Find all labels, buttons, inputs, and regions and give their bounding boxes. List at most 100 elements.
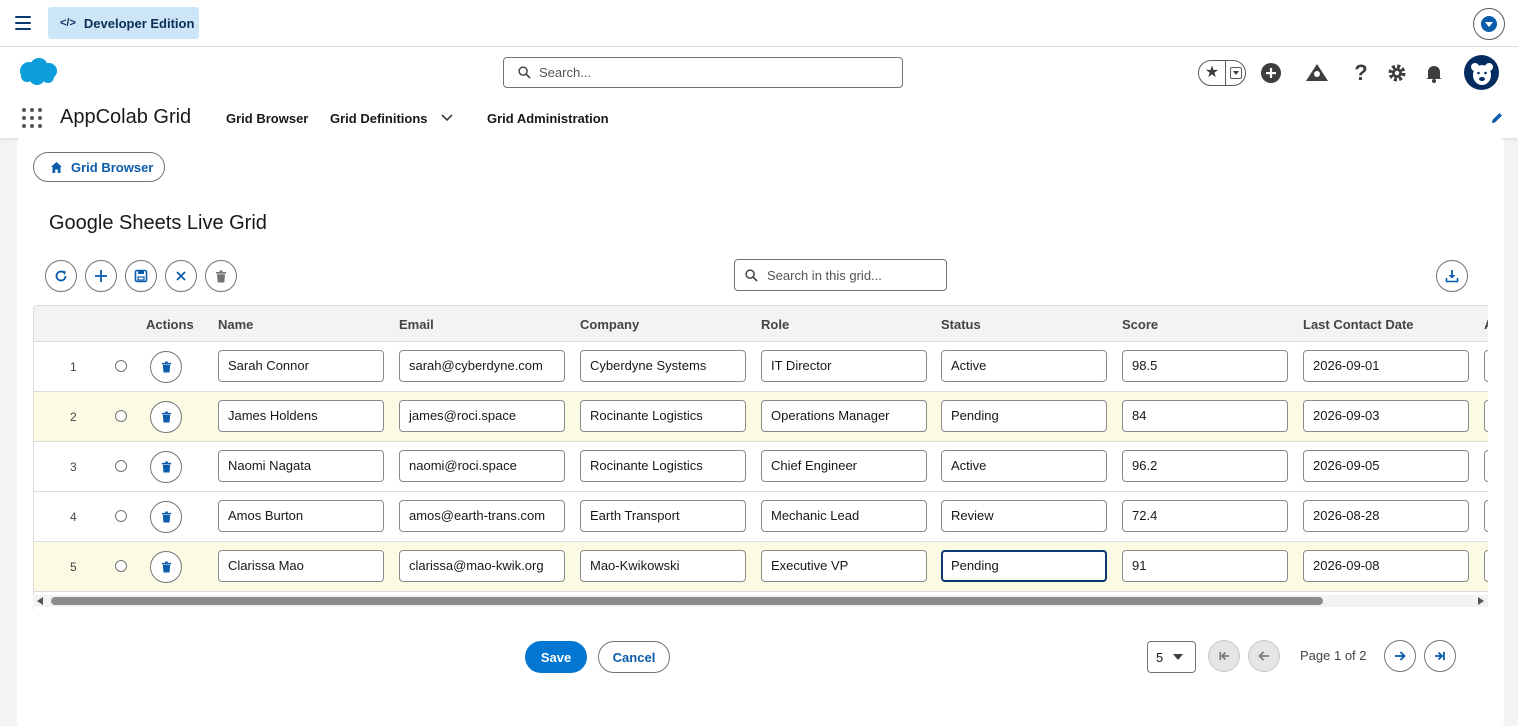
column-header-email[interactable]: Email	[399, 317, 434, 332]
horizontal-scrollbar[interactable]	[33, 595, 1488, 607]
previous-page-button[interactable]	[1248, 640, 1280, 672]
role-cell[interactable]: Chief Engineer	[761, 450, 927, 482]
status-cell[interactable]: Pending	[941, 400, 1107, 432]
company-cell[interactable]: Rocinante Logistics	[580, 450, 746, 482]
first-page-button[interactable]	[1208, 640, 1240, 672]
company-cell[interactable]: Mao-Kwikowski	[580, 550, 746, 582]
company-cell[interactable]: Rocinante Logistics	[580, 400, 746, 432]
row-select-radio[interactable]	[115, 360, 127, 372]
column-header-name[interactable]: Name	[218, 317, 253, 332]
favorites-dropdown-icon[interactable]	[1226, 67, 1245, 79]
email-cell[interactable]: clarissa@mao-kwik.org	[399, 550, 565, 582]
delete-row-button[interactable]	[150, 401, 182, 433]
truncated-cell[interactable]	[1484, 400, 1488, 432]
status-cell[interactable]: Review	[941, 500, 1107, 532]
column-header-last-contact-date[interactable]: Last Contact Date	[1303, 317, 1414, 332]
last-contact-date-cell[interactable]: 2026-09-01	[1303, 350, 1469, 382]
last-contact-date-cell[interactable]: 2026-08-28	[1303, 500, 1469, 532]
scroll-left-arrow[interactable]	[37, 597, 43, 605]
help-icon[interactable]: ?	[1349, 60, 1373, 85]
column-header-score[interactable]: Score	[1122, 317, 1158, 332]
save-grid-button[interactable]	[125, 260, 157, 292]
refresh-button[interactable]	[45, 260, 77, 292]
column-header-company[interactable]: Company	[580, 317, 639, 332]
status-cell[interactable]: Active	[941, 350, 1107, 382]
scrollbar-thumb[interactable]	[51, 597, 1323, 605]
breadcrumb[interactable]: Grid Browser	[33, 152, 165, 182]
delete-rows-button[interactable]	[205, 260, 237, 292]
add-row-button[interactable]	[85, 260, 117, 292]
download-button[interactable]	[1436, 260, 1468, 292]
menu-icon[interactable]	[15, 16, 31, 30]
nav-item-grid-administration[interactable]: Grid Administration	[487, 111, 609, 126]
status-cell[interactable]: Active	[941, 450, 1107, 482]
status-cell[interactable]: Pending	[941, 550, 1107, 582]
cancel-button[interactable]: Cancel	[598, 641, 670, 673]
delete-row-button[interactable]	[150, 501, 182, 533]
last-page-icon	[1435, 651, 1445, 661]
delete-row-button[interactable]	[150, 451, 182, 483]
score-cell[interactable]: 98.5	[1122, 350, 1288, 382]
nav-item-grid-browser[interactable]: Grid Browser	[226, 111, 308, 126]
chevron-down-icon[interactable]	[1473, 8, 1505, 40]
grid-search-input[interactable]: Search in this grid...	[734, 259, 947, 291]
email-cell[interactable]: sarah@cyberdyne.com	[399, 350, 565, 382]
chevron-down-icon[interactable]	[440, 113, 454, 123]
salesforce-logo[interactable]	[17, 57, 59, 87]
edit-icon[interactable]	[1490, 111, 1504, 125]
column-header-role[interactable]: Role	[761, 317, 789, 332]
last-contact-date-cell[interactable]: 2026-09-05	[1303, 450, 1469, 482]
row-select-radio[interactable]	[115, 460, 127, 472]
truncated-cell[interactable]	[1484, 450, 1488, 482]
row-select-radio[interactable]	[115, 560, 127, 572]
name-cell[interactable]: Naomi Nagata	[218, 450, 384, 482]
score-cell[interactable]: 84	[1122, 400, 1288, 432]
role-cell[interactable]: Operations Manager	[761, 400, 927, 432]
gear-icon[interactable]	[1385, 61, 1409, 85]
global-search-placeholder: Search...	[539, 65, 592, 80]
score-cell[interactable]: 91	[1122, 550, 1288, 582]
company-cell[interactable]: Earth Transport	[580, 500, 746, 532]
column-header-truncated[interactable]: A	[1484, 317, 1488, 332]
star-icon[interactable]: ★	[1199, 61, 1225, 85]
name-cell[interactable]: Amos Burton	[218, 500, 384, 532]
page-size-select[interactable]: 5	[1147, 641, 1196, 673]
next-page-button[interactable]	[1384, 640, 1416, 672]
email-cell[interactable]: amos@earth-trans.com	[399, 500, 565, 532]
score-cell[interactable]: 96.2	[1122, 450, 1288, 482]
last-contact-date-cell[interactable]: 2026-09-08	[1303, 550, 1469, 582]
column-header-status[interactable]: Status	[941, 317, 981, 332]
nav-item-grid-definitions[interactable]: Grid Definitions	[330, 111, 428, 126]
add-icon[interactable]	[1259, 61, 1283, 85]
role-cell[interactable]: Executive VP	[761, 550, 927, 582]
cancel-changes-button[interactable]	[165, 260, 197, 292]
score-cell[interactable]: 72.4	[1122, 500, 1288, 532]
last-contact-date-cell[interactable]: 2026-09-03	[1303, 400, 1469, 432]
developer-edition-badge[interactable]: </> Developer Edition	[48, 7, 199, 39]
delete-row-button[interactable]	[150, 551, 182, 583]
role-cell[interactable]: Mechanic Lead	[761, 500, 927, 532]
global-search-input[interactable]: Search...	[503, 57, 903, 88]
row-select-radio[interactable]	[115, 410, 127, 422]
truncated-cell[interactable]	[1484, 500, 1488, 532]
truncated-cell[interactable]	[1484, 350, 1488, 382]
favorites-button[interactable]: ★	[1198, 60, 1246, 86]
row-select-radio[interactable]	[115, 510, 127, 522]
save-button[interactable]: Save	[525, 641, 587, 673]
app-launcher-icon[interactable]	[22, 108, 42, 128]
truncated-cell[interactable]	[1484, 550, 1488, 582]
download-icon	[1445, 270, 1459, 283]
email-cell[interactable]: james@roci.space	[399, 400, 565, 432]
role-cell[interactable]: IT Director	[761, 350, 927, 382]
trailhead-icon[interactable]	[1305, 61, 1329, 85]
email-cell[interactable]: naomi@roci.space	[399, 450, 565, 482]
avatar[interactable]	[1464, 55, 1499, 90]
name-cell[interactable]: James Holdens	[218, 400, 384, 432]
name-cell[interactable]: Clarissa Mao	[218, 550, 384, 582]
company-cell[interactable]: Cyberdyne Systems	[580, 350, 746, 382]
last-page-button[interactable]	[1424, 640, 1456, 672]
scroll-right-arrow[interactable]	[1478, 597, 1484, 605]
name-cell[interactable]: Sarah Connor	[218, 350, 384, 382]
bell-icon[interactable]	[1422, 61, 1446, 85]
delete-row-button[interactable]	[150, 351, 182, 383]
